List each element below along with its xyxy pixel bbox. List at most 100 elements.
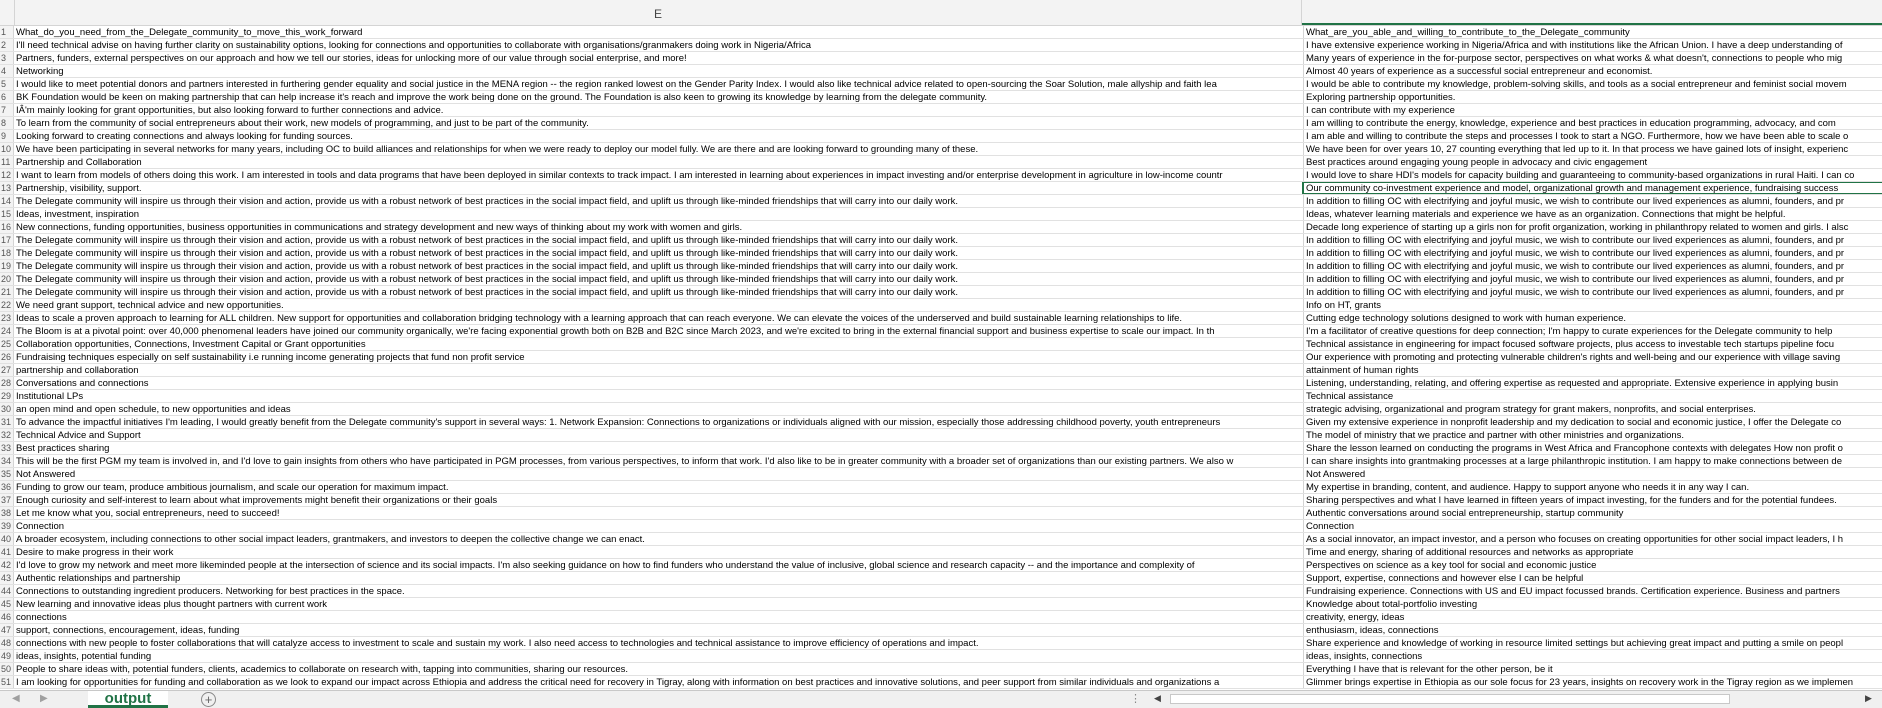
row-number[interactable]: 22 — [0, 299, 14, 311]
row-number[interactable]: 35 — [0, 468, 14, 480]
cell-f[interactable]: Best practices around engaging young peo… — [1303, 156, 1882, 168]
cell-e[interactable]: Looking forward to creating connections … — [16, 130, 1300, 142]
row-number[interactable]: 14 — [0, 195, 14, 207]
cell-e[interactable]: New connections, funding opportunities, … — [16, 221, 1300, 233]
row-number[interactable]: 49 — [0, 650, 14, 662]
cell-f[interactable]: attainment of human rights — [1303, 364, 1882, 376]
cell-f[interactable]: strategic advising, organizational and p… — [1303, 403, 1882, 415]
row-number[interactable]: 16 — [0, 221, 14, 233]
cell-e[interactable]: The Delegate community will inspire us t… — [16, 286, 1300, 298]
cell-f[interactable]: Not Answered — [1303, 468, 1882, 480]
cell-e[interactable]: A broader ecosystem, including connectio… — [16, 533, 1300, 545]
cell-e[interactable]: connections with new people to foster co… — [16, 637, 1300, 649]
cell-e[interactable]: connections — [16, 611, 1300, 623]
cell-e[interactable]: Institutional LPs — [16, 390, 1300, 402]
cell-e[interactable]: New learning and innovative ideas plus t… — [16, 598, 1300, 610]
row-number[interactable]: 41 — [0, 546, 14, 558]
cell-f[interactable]: Share experience and knowledge of workin… — [1303, 637, 1882, 649]
cell-f[interactable]: I would love to share HDI's models for c… — [1303, 169, 1882, 181]
row-number[interactable]: 34 — [0, 455, 14, 467]
cell-f[interactable]: Given my extensive experience in nonprof… — [1303, 416, 1882, 428]
row-number[interactable]: 37 — [0, 494, 14, 506]
cell-e[interactable]: Connections to outstanding ingredient pr… — [16, 585, 1300, 597]
row-number[interactable]: 36 — [0, 481, 14, 493]
scroll-right-icon[interactable]: ▶ — [1865, 693, 1872, 704]
row-number[interactable]: 18 — [0, 247, 14, 259]
cell-f[interactable]: We have been for over years 10, 27 count… — [1303, 143, 1882, 155]
row-number[interactable]: 15 — [0, 208, 14, 220]
cell-f[interactable]: In addition to filling OC with electrify… — [1303, 234, 1882, 246]
row-number[interactable]: 38 — [0, 507, 14, 519]
cell-e[interactable]: Not Answered — [16, 468, 1300, 480]
scrollbar-thumb[interactable] — [1170, 694, 1730, 704]
cell-f[interactable]: I am able and willing to contribute the … — [1303, 130, 1882, 142]
cell-e[interactable]: Ideas, investment, inspiration — [16, 208, 1300, 220]
row-number[interactable]: 39 — [0, 520, 14, 532]
cell-e[interactable]: Networking — [16, 65, 1300, 77]
row-number[interactable]: 1 — [0, 26, 14, 38]
row-number[interactable]: 5 — [0, 78, 14, 90]
row-number[interactable]: 40 — [0, 533, 14, 545]
cell-f[interactable]: Ideas, whatever learning materials and e… — [1303, 208, 1882, 220]
row-number[interactable]: 33 — [0, 442, 14, 454]
cell-e[interactable]: Partnership, visibility, support. — [16, 182, 1300, 194]
cell-f[interactable]: In addition to filling OC with electrify… — [1303, 247, 1882, 259]
row-number[interactable]: 12 — [0, 169, 14, 181]
cell-f[interactable]: Technical assistance in engineering for … — [1303, 338, 1882, 350]
add-sheet-icon[interactable]: + — [201, 692, 216, 707]
select-all-corner[interactable] — [0, 0, 15, 25]
cell-e[interactable]: support, connections, encouragement, ide… — [16, 624, 1300, 636]
cell-e[interactable]: This will be the first PGM my team is in… — [16, 455, 1300, 467]
cell-f[interactable]: Cutting edge technology solutions design… — [1303, 312, 1882, 324]
cell-e[interactable]: Authentic relationships and partnership — [16, 572, 1300, 584]
cell-e[interactable]: an open mind and open schedule, to new o… — [16, 403, 1300, 415]
cell-e[interactable]: I am looking for opportunities for fundi… — [16, 676, 1300, 688]
cell-f[interactable]: I am willing to contribute the energy, k… — [1303, 117, 1882, 129]
row-number[interactable]: 45 — [0, 598, 14, 610]
next-sheet-icon[interactable]: ▶ — [40, 693, 48, 704]
row-number[interactable]: 25 — [0, 338, 14, 350]
row-number[interactable]: 20 — [0, 273, 14, 285]
cell-f[interactable]: Technical assistance — [1303, 390, 1882, 402]
cell-f[interactable]: As a social innovator, an impact investo… — [1303, 533, 1882, 545]
cell-e[interactable]: Desire to make progress in their work — [16, 546, 1300, 558]
row-number[interactable]: 11 — [0, 156, 14, 168]
cell-f[interactable]: Time and energy, sharing of additional r… — [1303, 546, 1882, 558]
row-number[interactable]: 48 — [0, 637, 14, 649]
row-number[interactable]: 32 — [0, 429, 14, 441]
cell-f[interactable]: Everything I have that is relevant for t… — [1303, 663, 1882, 675]
cell-e[interactable]: partnership and collaboration — [16, 364, 1300, 376]
row-number[interactable]: 43 — [0, 572, 14, 584]
cell-e[interactable]: The Delegate community will inspire us t… — [16, 260, 1300, 272]
cell-e[interactable]: I'll need technical advise on having fur… — [16, 39, 1300, 51]
cell-e[interactable]: I would like to meet potential donors an… — [16, 78, 1300, 90]
cell-f[interactable]: The model of ministry that we practice a… — [1303, 429, 1882, 441]
cell-e[interactable]: Let me know what you, social entrepreneu… — [16, 507, 1300, 519]
cell-f[interactable]: I can share insights into grantmaking pr… — [1303, 455, 1882, 467]
cell-e[interactable]: The Bloom is at a pivotal point: over 40… — [16, 325, 1300, 337]
cell-e[interactable]: To advance the impactful initiatives I'm… — [16, 416, 1300, 428]
cell-f[interactable]: creativity, energy, ideas — [1303, 611, 1882, 623]
cell-f[interactable]: Fundraising experience. Connections with… — [1303, 585, 1882, 597]
cell-f[interactable]: Exploring partnership opportunities. — [1303, 91, 1882, 103]
cell-e[interactable]: BK Foundation would be keen on making pa… — [16, 91, 1300, 103]
cell-e[interactable]: What_do_you_need_from_the_Delegate_commu… — [16, 26, 1300, 38]
row-number[interactable]: 17 — [0, 234, 14, 246]
cell-e[interactable]: Conversations and connections — [16, 377, 1300, 389]
row-number[interactable]: 4 — [0, 65, 14, 77]
sheet-tab-output[interactable]: output — [88, 691, 168, 708]
cell-f[interactable]: I would be able to contribute my knowled… — [1303, 78, 1882, 90]
row-number[interactable]: 19 — [0, 260, 14, 272]
horizontal-scrollbar[interactable]: ◀ ▶ — [1152, 693, 1882, 705]
cell-e[interactable]: I want to learn from models of others do… — [16, 169, 1300, 181]
selected-cell-f[interactable]: Our community co-investment experience a… — [1302, 182, 1882, 194]
row-number[interactable]: 2 — [0, 39, 14, 51]
cell-f[interactable]: I can contribute with my experience — [1303, 104, 1882, 116]
row-number[interactable]: 3 — [0, 52, 14, 64]
cell-f[interactable]: My expertise in branding, content, and a… — [1303, 481, 1882, 493]
row-number[interactable]: 13 — [0, 182, 14, 194]
cell-f[interactable]: Decade long experience of starting up a … — [1303, 221, 1882, 233]
cell-e[interactable]: Technical Advice and Support — [16, 429, 1300, 441]
cell-e[interactable]: The Delegate community will inspire us t… — [16, 234, 1300, 246]
cell-e[interactable]: Connection — [16, 520, 1300, 532]
